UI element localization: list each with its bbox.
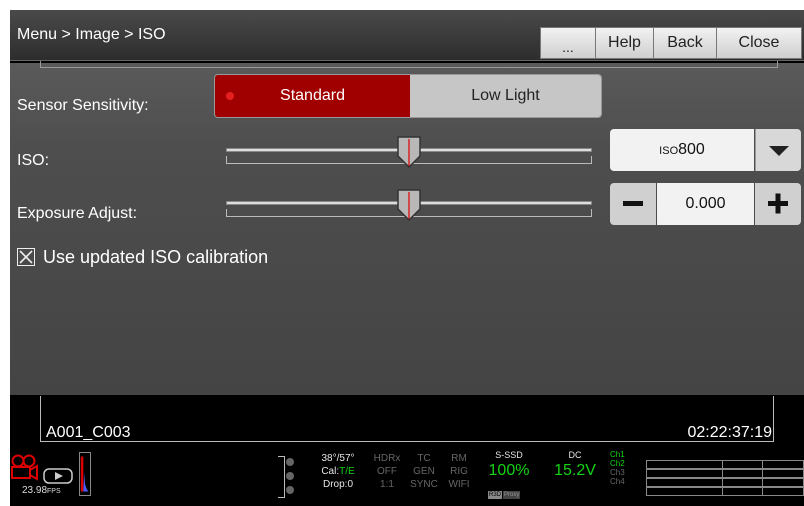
- iso-value: 800: [678, 141, 705, 158]
- iso-dropdown-button[interactable]: [755, 129, 801, 171]
- media-label: S-SSD: [495, 450, 523, 460]
- breadcrumb: Menu > Image > ISO: [17, 26, 166, 43]
- more-button[interactable]: ...: [540, 27, 596, 59]
- media-remaining: 100%: [488, 462, 530, 479]
- tc-sync: SYNC: [410, 479, 438, 490]
- exposure-adjust-label: Exposure Adjust:: [17, 205, 138, 222]
- iso-value-field[interactable]: ISO800: [610, 129, 754, 171]
- audio-meter-ch4: [646, 487, 804, 496]
- playback-icon[interactable]: [43, 468, 73, 484]
- clip-name: A001_C003: [46, 424, 131, 441]
- audio-meter-ch1: [646, 460, 804, 469]
- exposure-slider[interactable]: [226, 189, 592, 221]
- iso-settings-panel: Sensor Sensitivity: Standard Low Light I…: [10, 61, 804, 395]
- tc-label: TC: [417, 453, 431, 464]
- iso-calibration-label[interactable]: Use updated ISO calibration: [43, 247, 268, 268]
- rm-wifi: WIFI: [448, 479, 470, 490]
- hdrx-ratio: 1:1: [380, 479, 394, 490]
- rm-label: RM: [451, 453, 467, 464]
- cal-prefix: Cal:: [321, 466, 340, 477]
- iso-slider[interactable]: [226, 136, 592, 168]
- iso-calibration-checkbox[interactable]: [17, 248, 35, 266]
- exposure-slider-thumb[interactable]: [397, 189, 421, 221]
- dropped-frames: Drop:0: [322, 479, 353, 490]
- hdrx-state: OFF: [377, 466, 397, 477]
- sensor-sensitivity-toggle: Standard Low Light: [214, 74, 602, 118]
- audio-meter-ch3: [646, 478, 804, 487]
- status-bar: 23.98FPS 38°/57° Cal:T/E Drop:0 HDRx OFF…: [10, 448, 804, 506]
- hdrx-label: HDRx: [373, 453, 401, 464]
- standard-option-label: Standard: [280, 87, 345, 104]
- traffic-light-bracket: [278, 456, 285, 498]
- frame-rate: 23.98FPS: [22, 485, 61, 496]
- iso-label: ISO:: [17, 152, 50, 169]
- iso-slider-thumb[interactable]: [397, 136, 421, 168]
- selected-indicator-icon: [226, 92, 234, 100]
- chevron-down-icon: [769, 146, 789, 156]
- sensor-sensitivity-label: Sensor Sensitivity:: [17, 97, 149, 114]
- close-button[interactable]: Close: [716, 27, 802, 59]
- power-voltage: 15.2V: [554, 462, 596, 479]
- histogram-icon: [79, 452, 91, 496]
- audio-meter-ch2: [646, 469, 804, 478]
- plus-icon: [768, 193, 788, 214]
- tc-mode: GEN: [413, 466, 435, 477]
- back-button[interactable]: Back: [653, 27, 717, 59]
- frame-rate-unit: FPS: [47, 488, 61, 495]
- cal-value: T/E: [339, 466, 355, 477]
- checkmark-x-icon: [19, 250, 33, 264]
- timecode: 02:22:37:19: [687, 424, 772, 441]
- audio-meter-divider-2: [762, 460, 763, 496]
- clip-strip: A001_C003 02:22:37:19: [10, 396, 804, 448]
- panel-tab-frame: [40, 61, 778, 68]
- power-label: DC: [568, 450, 582, 460]
- proxy-tag: Proxy: [503, 491, 521, 499]
- audio-meter-divider-1: [722, 460, 723, 496]
- low-light-option[interactable]: Low Light: [410, 75, 601, 117]
- top-bar: Menu > Image > ISO ... Help Back Close: [10, 10, 804, 61]
- audio-ch2: Ch2: [610, 459, 625, 468]
- camera-screen: Menu > Image > ISO ... Help Back Close S…: [10, 10, 804, 506]
- r3d-tag: R3D: [488, 491, 503, 499]
- audio-meter: [646, 460, 804, 500]
- minus-icon: [623, 201, 643, 206]
- rm-rig: RIG: [450, 466, 468, 477]
- temperature: 38°/57°: [321, 453, 355, 464]
- exposure-value-field[interactable]: 0.000: [657, 183, 754, 225]
- exposure-decrease-button[interactable]: [610, 183, 656, 225]
- clip-strip-frame: [40, 396, 774, 442]
- status-light-1: [286, 458, 294, 466]
- audio-ch4: Ch4: [610, 477, 625, 486]
- audio-ch1: Ch1: [610, 450, 625, 459]
- audio-ch3: Ch3: [610, 468, 625, 477]
- media-tags: R3D Proxy: [488, 483, 521, 499]
- help-button[interactable]: Help: [595, 27, 654, 59]
- frame-rate-value: 23.98: [22, 485, 48, 496]
- status-light-2: [286, 472, 294, 480]
- exposure-increase-button[interactable]: [755, 183, 801, 225]
- iso-prefix: ISO: [659, 145, 679, 157]
- calibration-status: Cal:T/E: [316, 466, 360, 477]
- standard-option[interactable]: Standard: [215, 75, 410, 117]
- status-light-3: [286, 486, 294, 494]
